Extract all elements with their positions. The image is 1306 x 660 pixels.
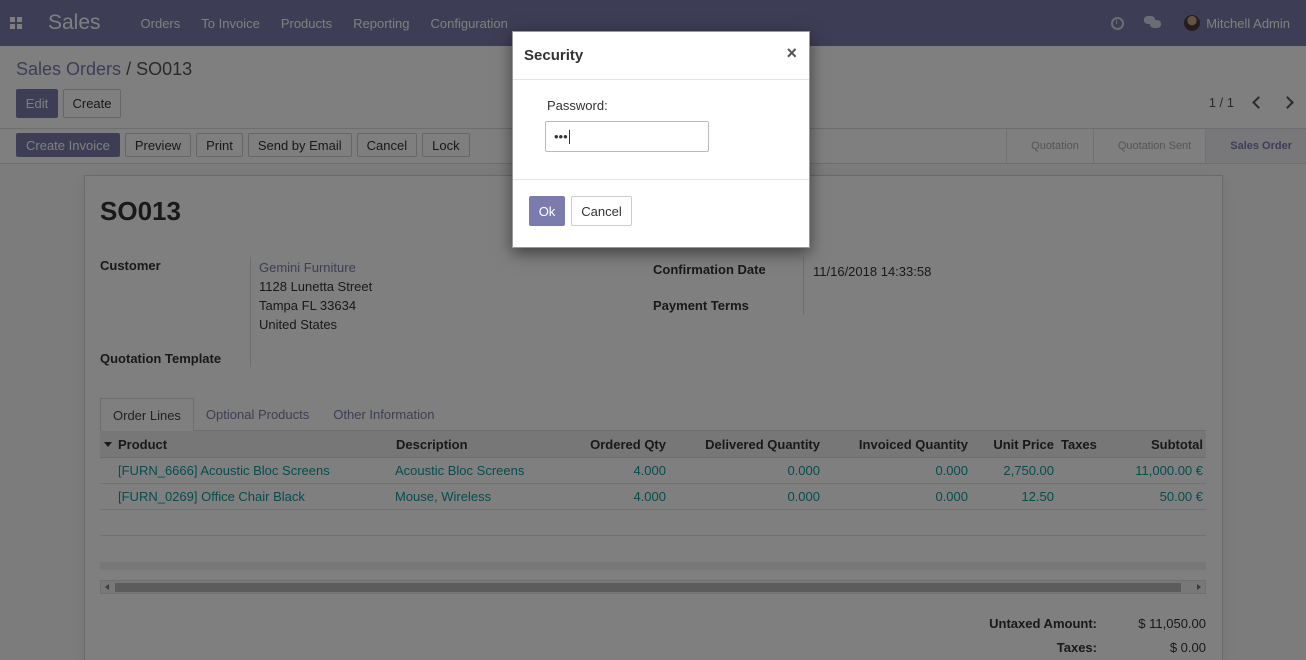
cancel-button[interactable]: Cancel [571,196,632,226]
password-field[interactable]: ••• [545,121,709,152]
close-icon[interactable]: × [786,43,797,64]
text-caret [568,129,570,144]
password-masked-value: ••• [554,129,568,144]
dialog-title: Security [524,47,584,64]
security-dialog: Security × Password: ••• Ok Cancel [512,31,810,248]
password-label: Password: [547,98,608,113]
dialog-footer: Ok Cancel [513,180,809,247]
ok-button[interactable]: Ok [529,196,565,226]
dialog-body: Password: ••• [513,80,809,180]
dialog-header: Security × [513,32,809,80]
